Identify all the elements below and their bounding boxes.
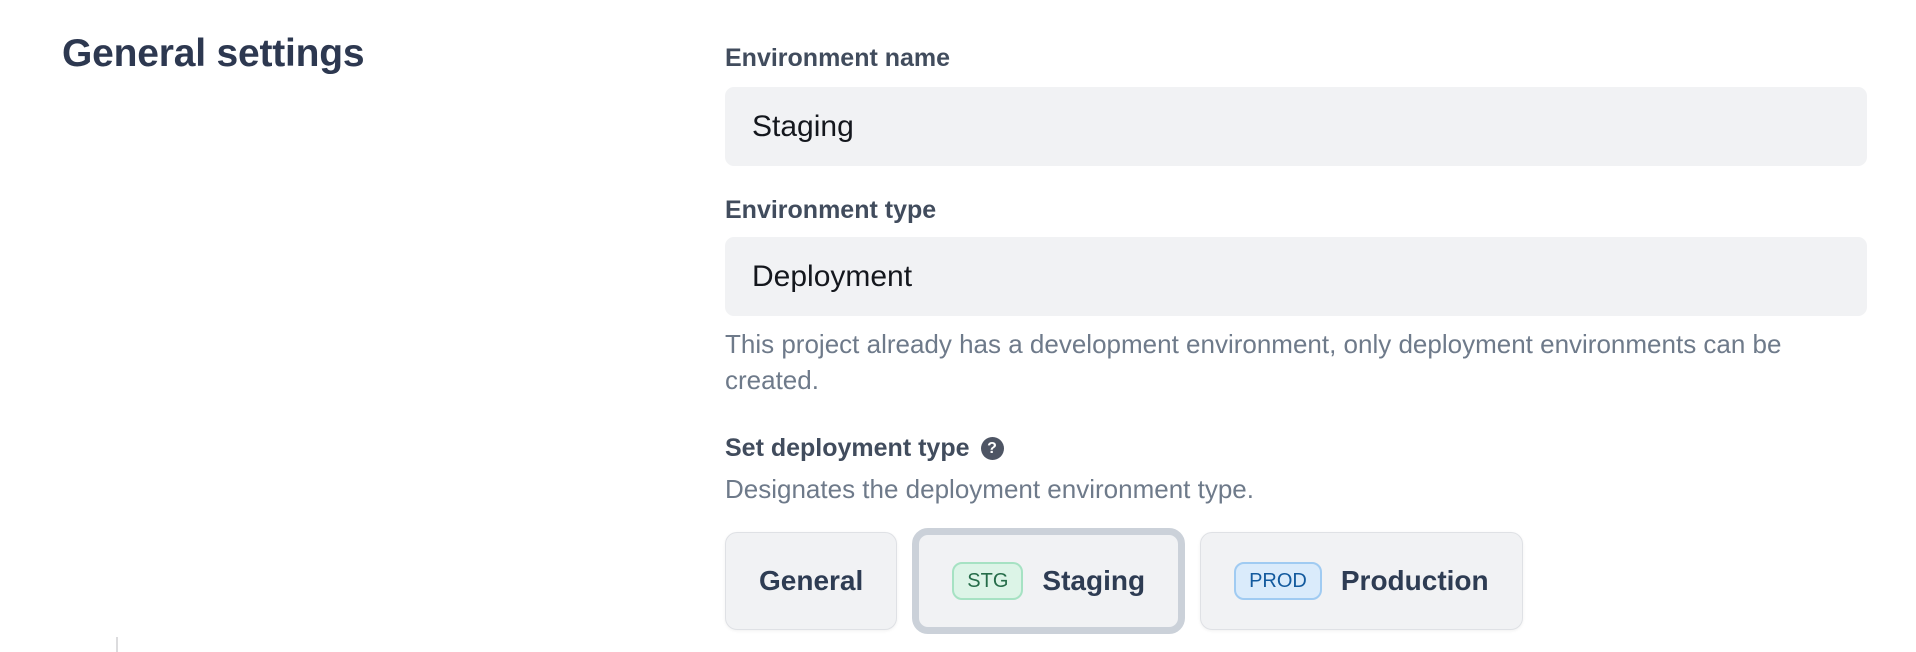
- deployment-type-option-general-label: General: [759, 565, 863, 597]
- environment-type-help-text: This project already has a development e…: [725, 326, 1875, 398]
- deployment-type-option-general[interactable]: General: [725, 532, 897, 630]
- deployment-type-description: Designates the deployment environment ty…: [725, 474, 1254, 505]
- deployment-type-option-staging-label: Staging: [1042, 565, 1145, 597]
- environment-type-input[interactable]: [725, 237, 1867, 316]
- page-edge-divider: [116, 637, 118, 652]
- production-badge: PROD: [1234, 562, 1322, 600]
- deployment-type-option-staging[interactable]: STG Staging: [912, 528, 1185, 634]
- deployment-type-option-production-label: Production: [1341, 565, 1489, 597]
- environment-name-input[interactable]: [725, 87, 1867, 166]
- deployment-type-label-row: Set deployment type ?: [725, 434, 1004, 463]
- staging-badge: STG: [952, 562, 1023, 600]
- question-mark-icon[interactable]: ?: [981, 437, 1004, 460]
- environment-type-label: Environment type: [725, 196, 936, 225]
- page-title: General settings: [62, 32, 364, 76]
- deployment-type-option-production[interactable]: PROD Production: [1200, 532, 1523, 630]
- environment-name-label: Environment name: [725, 44, 950, 73]
- deployment-type-label: Set deployment type: [725, 434, 970, 463]
- deployment-type-options: General STG Staging PROD Production: [725, 528, 1523, 634]
